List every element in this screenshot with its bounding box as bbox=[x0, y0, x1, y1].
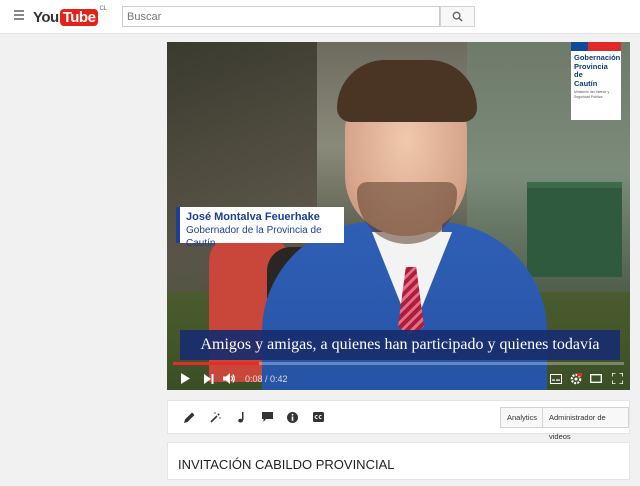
theater-mode-button[interactable] bbox=[586, 367, 606, 390]
play-icon bbox=[181, 373, 190, 384]
captions-button[interactable] bbox=[309, 408, 327, 426]
cc-icon bbox=[312, 412, 324, 422]
player-controls: 0:08 / 0:42 bbox=[167, 367, 630, 390]
gov-logo-line: Cautín bbox=[574, 78, 598, 88]
fullscreen-button[interactable] bbox=[606, 367, 628, 390]
gear-hd-icon bbox=[570, 372, 582, 384]
caption-text: Amigos y amigas, a quienes han participa… bbox=[180, 330, 620, 360]
menu-icon[interactable] bbox=[14, 10, 24, 22]
gov-logo-line: Provincia de bbox=[574, 61, 608, 79]
settings-button[interactable] bbox=[566, 367, 586, 390]
volume-button[interactable] bbox=[219, 367, 239, 390]
masthead: You Tube CL bbox=[0, 0, 640, 34]
comment-icon bbox=[261, 412, 273, 422]
logo-country-code: CL bbox=[99, 6, 108, 12]
creator-action-bar: Analytics Administrador de videos bbox=[167, 400, 630, 441]
magic-wand-icon bbox=[209, 411, 221, 423]
time-total: 0:42 bbox=[270, 373, 288, 384]
gov-logo-subtitle: Ministerio del Interior y Seguridad Públ… bbox=[574, 90, 610, 99]
speaker-hair bbox=[337, 60, 477, 122]
subtitles-icon bbox=[550, 373, 562, 384]
speaker-role: Gobernador de la Provincia de Cautín bbox=[186, 225, 322, 249]
cards-button[interactable] bbox=[283, 408, 301, 426]
info-icon bbox=[286, 411, 298, 423]
audio-button[interactable] bbox=[232, 408, 250, 426]
video-manager-button[interactable]: Administrador de videos bbox=[542, 407, 629, 441]
edit-button[interactable] bbox=[180, 408, 198, 426]
analytics-button[interactable]: Analytics bbox=[500, 407, 545, 428]
subtitles-button[interactable] bbox=[546, 367, 566, 390]
annotations-button[interactable] bbox=[258, 408, 276, 426]
progress-bar[interactable] bbox=[173, 362, 624, 365]
music-note-icon bbox=[237, 411, 243, 422]
video-player[interactable]: Gobernación Provincia de Cautín Minister… bbox=[167, 42, 630, 390]
flag-stripe bbox=[571, 42, 621, 51]
volume-icon bbox=[223, 373, 235, 384]
next-button[interactable] bbox=[199, 367, 219, 390]
enhancements-button[interactable] bbox=[206, 408, 224, 426]
search-icon bbox=[452, 11, 463, 22]
lower-third-namecard: José Montalva Feuerhake Gobernador de la… bbox=[176, 207, 344, 249]
youtube-logo[interactable]: You Tube CL bbox=[33, 6, 108, 27]
search-input[interactable] bbox=[122, 6, 440, 27]
video-info: INVITACIÓN CABILDO PROVINCIAL bbox=[167, 442, 630, 480]
pencil-icon bbox=[183, 412, 194, 423]
fullscreen-icon bbox=[611, 373, 623, 384]
logo-you: You bbox=[33, 8, 59, 26]
search-button[interactable] bbox=[440, 6, 475, 27]
theater-icon bbox=[590, 374, 602, 383]
logo-tube: Tube bbox=[59, 8, 99, 26]
progress-fill bbox=[173, 362, 259, 365]
next-icon bbox=[204, 373, 214, 384]
time-display: 0:08 / 0:42 bbox=[245, 374, 288, 384]
time-separator: / bbox=[262, 373, 271, 384]
speaker-name: José Montalva Feuerhake bbox=[186, 211, 320, 223]
background-kiosk bbox=[527, 182, 622, 277]
play-button[interactable] bbox=[171, 367, 199, 390]
government-logo: Gobernación Provincia de Cautín Minister… bbox=[571, 42, 621, 120]
time-current: 0:08 bbox=[245, 373, 263, 384]
